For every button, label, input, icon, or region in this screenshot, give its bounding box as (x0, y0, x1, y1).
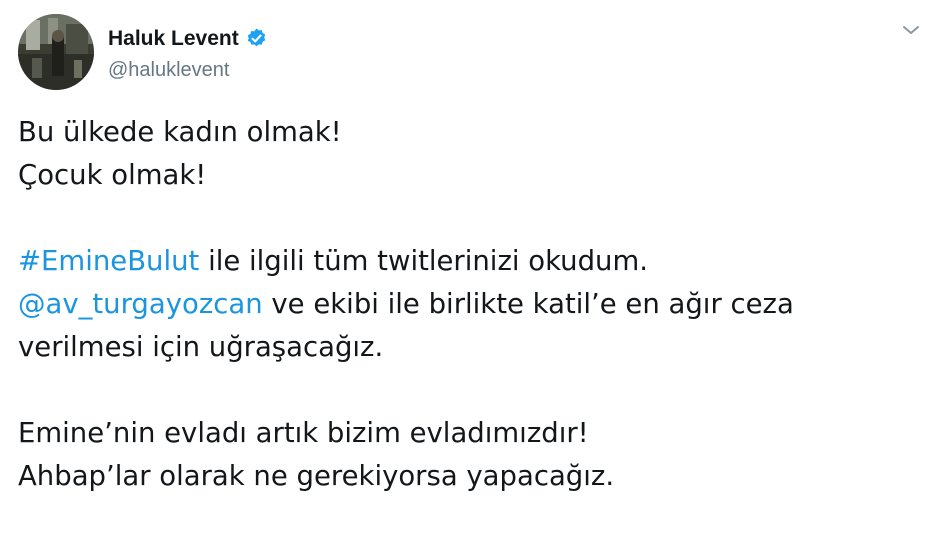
avatar[interactable] (18, 14, 94, 90)
tweet-line: @av_turgayozcan ve ekibi ile birlikte ka… (18, 283, 918, 326)
chevron-down-icon[interactable] (900, 22, 922, 38)
tweet-line: Ahbap’lar olarak ne gerekiyorsa yapacağı… (18, 460, 615, 492)
tweet-line: Emine’nin evladı artık bizim evladımızdı… (18, 417, 589, 449)
mention-link[interactable]: @av_turgayozcan (18, 288, 263, 320)
tweet-card: Haluk Levent @haluklevent Bu ülkede kadı… (0, 0, 934, 555)
verified-badge-icon (245, 27, 268, 50)
tweet-line: verilmesi için uğraşacağız. (18, 331, 384, 363)
tweet-line-text: ve ekibi ile birlikte katil’e en ağır ce… (262, 288, 794, 320)
tweet-line: Bu ülkede kadın olmak! (18, 116, 342, 148)
tweet-line-text: ile ilgili tüm twitlerinizi okudum. (199, 245, 649, 277)
tweet-line: #EmineBulut ile ilgili tüm twitlerinizi … (18, 240, 918, 283)
user-handle[interactable]: @haluklevent (108, 59, 268, 82)
paragraph-break (18, 369, 918, 412)
paragraph-break (18, 197, 918, 240)
hashtag-link[interactable]: #EmineBulut (18, 245, 199, 277)
tweet-text: Bu ülkede kadın olmak! Çocuk olmak! #Emi… (18, 111, 918, 498)
user-names: Haluk Levent @haluklevent (108, 23, 268, 82)
avatar-image (18, 14, 94, 90)
tweet-line: Çocuk olmak! (18, 159, 207, 191)
name-row: Haluk Levent (108, 23, 268, 55)
display-name[interactable]: Haluk Levent (108, 27, 239, 51)
tweet-header: Haluk Levent @haluklevent (18, 12, 268, 92)
